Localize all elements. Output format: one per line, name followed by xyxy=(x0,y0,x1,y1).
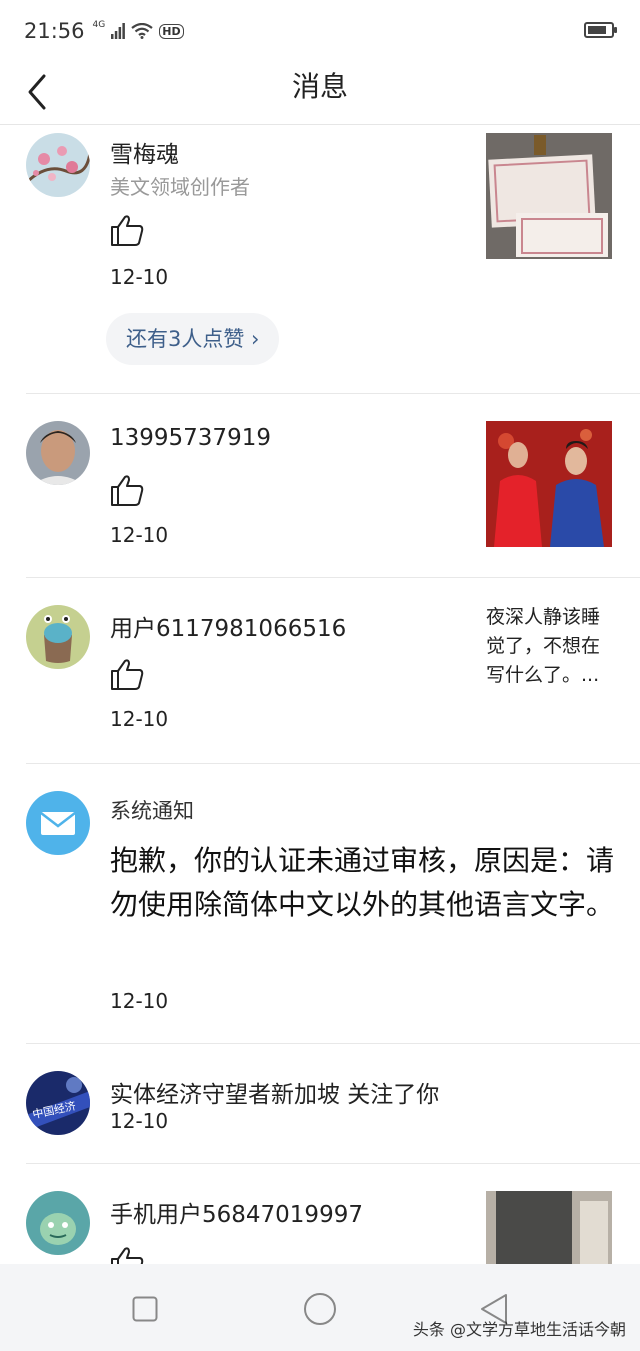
page-title: 消息 xyxy=(291,70,348,103)
status-icons: 4G HD xyxy=(92,20,184,39)
divider xyxy=(26,1163,640,1164)
divider xyxy=(26,393,640,394)
avatar xyxy=(26,791,90,855)
divider xyxy=(26,763,640,764)
certificate-photo xyxy=(486,133,612,259)
list-item[interactable]: 中国经济 实体经济守望者新加坡 关注了你 12-10 xyxy=(0,1045,640,1163)
post-thumbnail[interactable] xyxy=(486,133,612,259)
hd-icon: HD xyxy=(159,23,184,39)
news-logo-avatar-image: 中国经济 xyxy=(26,1071,90,1135)
message-date: 12-10 xyxy=(110,989,169,1013)
plum-blossom-avatar-image xyxy=(26,133,90,197)
network-label: 4G xyxy=(92,20,106,30)
post-snippet[interactable]: 夜深人静该睡觉了，不想在写什么了。... xyxy=(486,603,616,690)
avatar[interactable] xyxy=(26,1191,90,1255)
avatar[interactable] xyxy=(26,133,90,197)
message-date: 12-10 xyxy=(110,707,169,731)
recents-button[interactable] xyxy=(132,1296,158,1322)
cartoon-avatar-image xyxy=(26,605,90,669)
watermark: 头条 @文学方草地生活话今朝 xyxy=(412,1320,626,1339)
thumbs-up-icon xyxy=(111,475,144,506)
follow-notice-text[interactable]: 实体经济守望者新加坡 关注了你 xyxy=(110,1075,439,1109)
notice-title: 系统通知 xyxy=(110,799,194,823)
status-time: 21:56 xyxy=(24,19,85,43)
divider xyxy=(26,1043,640,1044)
stage-performers-photo xyxy=(486,421,612,547)
square-icon xyxy=(132,1296,158,1322)
more-likes-button[interactable]: 还有3人点赞 › xyxy=(106,313,280,365)
user-name[interactable]: 雪梅魂 xyxy=(110,135,179,169)
list-item[interactable]: 用户6117981066516 12-10 夜深人静该睡觉了，不想在写什么了。.… xyxy=(0,579,640,763)
cartoon-avatar-image xyxy=(26,1191,90,1255)
list-item[interactable]: 雪梅魂 美文领域创作者 12-10 还有3人点赞 › xyxy=(0,125,640,393)
signal-icon xyxy=(111,23,126,39)
list-item[interactable]: 13995737919 12-10 xyxy=(0,395,640,577)
person-avatar-image xyxy=(26,421,90,485)
avatar[interactable]: 中国经济 xyxy=(26,1071,90,1135)
message-date: 12-10 xyxy=(110,265,169,289)
message-date: 12-10 xyxy=(110,523,169,547)
user-name[interactable]: 手机用户56847019997 xyxy=(110,1195,363,1229)
mail-icon xyxy=(40,812,76,835)
nav-bar: 消息 xyxy=(0,62,640,125)
thumbs-up-icon xyxy=(111,215,144,246)
system-notice[interactable]: 系统通知 抱歉，你的认证未通过审核，原因是：请勿使用除简体中文以外的其他语言文字… xyxy=(0,765,640,1043)
list-item[interactable]: 手机用户56847019997 2014 xyxy=(0,1165,640,1291)
user-name[interactable]: 13995737919 xyxy=(110,425,271,451)
avatar[interactable] xyxy=(26,605,90,669)
message-date: 12-10 xyxy=(110,1109,169,1133)
notice-body: 抱歉，你的认证未通过审核，原因是：请勿使用除简体中文以外的其他语言文字。 xyxy=(110,844,615,921)
status-bar: 21:56 4G HD xyxy=(0,0,640,62)
post-thumbnail[interactable] xyxy=(486,421,612,547)
battery-icon xyxy=(584,22,617,38)
user-name[interactable]: 用户6117981066516 xyxy=(110,609,346,643)
avatar[interactable] xyxy=(26,421,90,485)
thumbs-up-icon xyxy=(111,659,144,690)
divider xyxy=(26,577,640,578)
circle-icon xyxy=(304,1293,336,1325)
user-title: 美文领域创作者 xyxy=(110,175,250,199)
home-button[interactable] xyxy=(303,1292,337,1326)
wifi-icon xyxy=(131,23,153,39)
